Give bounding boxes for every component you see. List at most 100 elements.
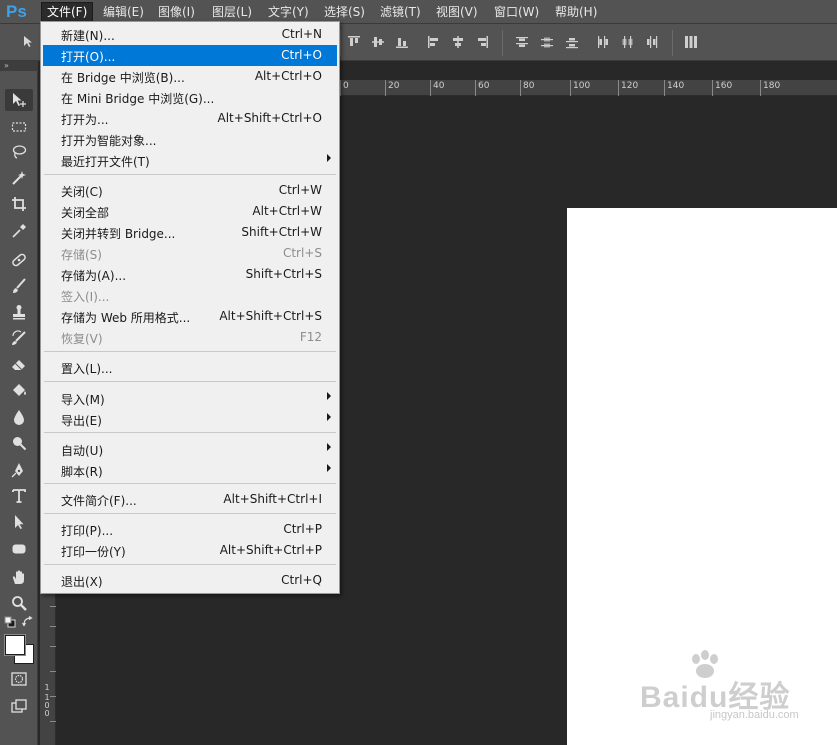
options-separator	[502, 30, 503, 56]
menu-item-print[interactable]: 打印(P)... Ctrl+P	[43, 519, 337, 540]
type-tool-icon[interactable]	[5, 485, 33, 507]
distribute-left-icon[interactable]	[596, 35, 610, 49]
menu-view[interactable]: 视图(V)	[431, 2, 483, 22]
ruler-label: 0	[44, 709, 50, 718]
distribute-horizontal-center-icon[interactable]	[620, 35, 634, 49]
submenu-arrow-icon	[327, 413, 331, 421]
menu-item-new[interactable]: 新建(N)... Ctrl+N	[43, 24, 337, 45]
healing-brush-tool-icon[interactable]	[5, 249, 33, 271]
distribute-vertical-center-icon[interactable]	[540, 35, 554, 49]
auto-align-layers-icon[interactable]	[684, 35, 698, 49]
menu-item-browse-mini-bridge[interactable]: 在 Mini Bridge 中浏览(G)...	[43, 87, 337, 108]
menu-item-exit[interactable]: 退出(X) Ctrl+Q	[43, 570, 337, 591]
menu-window[interactable]: 窗口(W)	[489, 2, 544, 22]
submenu-arrow-icon	[327, 392, 331, 400]
menu-edit[interactable]: 编辑(E)	[98, 2, 149, 22]
menu-item-open[interactable]: 打开(O)... Ctrl+O	[43, 45, 337, 66]
menu-item-recent-files[interactable]: 最近打开文件(T)	[43, 150, 337, 171]
lasso-tool-icon[interactable]	[5, 141, 33, 163]
ruler-label: 80	[523, 81, 535, 91]
align-bottom-icon[interactable]	[395, 35, 409, 49]
dodge-tool-icon[interactable]	[5, 432, 33, 454]
menu-item-revert: 恢复(V) F12	[61, 330, 322, 346]
marquee-tool-icon[interactable]	[5, 116, 33, 138]
panel-collapse-icon[interactable]: »	[0, 61, 38, 71]
menu-item-close[interactable]: 关闭(C) Ctrl+W	[43, 180, 337, 201]
menu-layer[interactable]: 图层(L)	[207, 2, 257, 22]
zoom-tool-icon[interactable]	[5, 592, 33, 614]
menu-separator	[44, 381, 336, 382]
paint-bucket-tool-icon[interactable]	[5, 379, 33, 401]
magic-wand-tool-icon[interactable]	[5, 167, 33, 189]
submenu-arrow-icon	[327, 154, 331, 162]
distribute-bottom-icon[interactable]	[565, 35, 579, 49]
ruler-label: 20	[388, 81, 400, 91]
move-tool-preset-icon[interactable]	[22, 35, 36, 49]
menu-item-close-all[interactable]: 关闭全部 Alt+Ctrl+W	[43, 201, 337, 222]
menu-item-close-goto-bridge[interactable]: 关闭并转到 Bridge... Shift+Ctrl+W	[43, 222, 337, 243]
move-tool-icon[interactable]	[5, 89, 33, 111]
shape-tool-icon[interactable]	[5, 538, 33, 560]
blur-tool-icon[interactable]	[5, 406, 33, 428]
default-colors-icon[interactable]	[4, 616, 16, 628]
clone-stamp-tool-icon[interactable]	[5, 301, 33, 323]
ruler-label: 160	[715, 81, 733, 91]
screen-mode-icon[interactable]	[11, 699, 27, 713]
menu-separator	[44, 174, 336, 175]
brush-tool-icon[interactable]	[5, 275, 33, 297]
pen-tool-icon[interactable]	[5, 459, 33, 481]
crop-tool-icon[interactable]	[5, 193, 33, 215]
menu-image[interactable]: 图像(I)	[153, 2, 200, 22]
menu-separator	[44, 513, 336, 514]
menu-item-place[interactable]: 置入(L)...	[43, 357, 337, 378]
menu-separator	[44, 351, 336, 352]
menu-type[interactable]: 文字(Y)	[263, 2, 314, 22]
file-menu-dropdown: 新建(N)... Ctrl+N 打开(O)... Ctrl+O 在 Bridge…	[40, 21, 340, 594]
menu-item-scripts[interactable]: 脚本(R)	[43, 460, 337, 481]
menu-item-print-one-copy[interactable]: 打印一份(Y) Alt+Shift+Ctrl+P	[43, 540, 337, 561]
menu-separator	[44, 432, 336, 433]
menu-item-file-info[interactable]: 文件简介(F)... Alt+Shift+Ctrl+I	[43, 489, 337, 510]
options-separator	[672, 30, 673, 56]
ruler-label: 1	[44, 683, 50, 692]
submenu-arrow-icon	[327, 443, 331, 451]
ruler-label: 180	[763, 81, 781, 91]
menu-item-import[interactable]: 导入(M)	[43, 388, 337, 409]
eraser-tool-icon[interactable]	[5, 353, 33, 375]
quick-mask-icon[interactable]	[11, 672, 27, 686]
baidu-watermark: Baidu经验 jingyan.baidu.com	[640, 650, 830, 721]
menu-item-save-as[interactable]: 存储为(A)... Shift+Ctrl+S	[43, 264, 337, 285]
align-left-icon[interactable]	[427, 35, 441, 49]
history-brush-tool-icon[interactable]	[5, 327, 33, 349]
menu-file[interactable]: 文件(F)	[41, 2, 94, 22]
path-selection-tool-icon[interactable]	[5, 511, 33, 533]
align-right-icon[interactable]	[475, 35, 489, 49]
ruler-label: 120	[621, 81, 639, 91]
tools-panel: »	[0, 61, 38, 745]
submenu-arrow-icon	[327, 464, 331, 472]
menu-item-automate[interactable]: 自动(U)	[43, 439, 337, 460]
menu-item-export[interactable]: 导出(E)	[43, 409, 337, 430]
ps-logo: Ps	[6, 2, 27, 21]
ruler-label: 40	[433, 81, 445, 91]
menu-item-open-as[interactable]: 打开为... Alt+Shift+Ctrl+O	[43, 108, 337, 129]
watermark-url: jingyan.baidu.com	[710, 709, 799, 721]
foreground-color-swatch[interactable]	[5, 635, 25, 655]
align-vertical-center-icon[interactable]	[371, 35, 385, 49]
distribute-top-icon[interactable]	[515, 35, 529, 49]
menu-help[interactable]: 帮助(H)	[550, 2, 602, 22]
distribute-right-icon[interactable]	[644, 35, 658, 49]
menu-item-open-smart-object[interactable]: 打开为智能对象...	[43, 129, 337, 150]
photoshop-window: Ps 文件(F) 编辑(E) 图像(I) 图层(L) 文字(Y) 选择(S) 滤…	[0, 0, 837, 745]
swap-colors-icon[interactable]	[22, 616, 34, 628]
menu-select[interactable]: 选择(S)	[319, 2, 370, 22]
menu-item-browse-bridge[interactable]: 在 Bridge 中浏览(B)... Alt+Ctrl+O	[43, 66, 337, 87]
ruler-label: 140	[667, 81, 685, 91]
menu-item-save-for-web[interactable]: 存储为 Web 所用格式... Alt+Shift+Ctrl+S	[43, 306, 337, 327]
eyedropper-tool-icon[interactable]	[5, 220, 33, 242]
hand-tool-icon[interactable]	[5, 566, 33, 588]
ruler-label: 0	[343, 81, 349, 91]
align-horizontal-center-icon[interactable]	[451, 35, 465, 49]
menu-filter[interactable]: 滤镜(T)	[375, 2, 426, 22]
align-top-icon[interactable]	[347, 35, 361, 49]
